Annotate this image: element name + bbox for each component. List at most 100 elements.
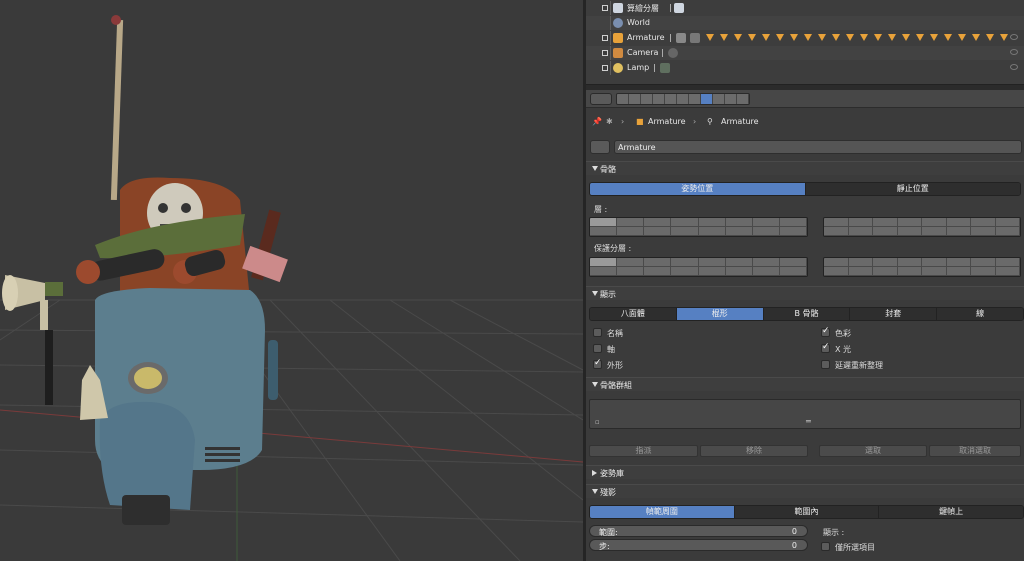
bone-icon[interactable]	[846, 34, 854, 41]
armature-name-field[interactable]: Armature	[614, 140, 1022, 154]
ghost-range-field[interactable]: 範圍: 0	[589, 525, 808, 537]
bone-icon[interactable]	[804, 34, 812, 41]
deselect-button[interactable]: 取消選取	[929, 445, 1021, 457]
panel-collapse-icon	[592, 382, 598, 387]
bone-icon[interactable]	[930, 34, 938, 41]
armature-data-browse-icon[interactable]	[590, 140, 610, 154]
tree-line	[610, 31, 611, 45]
robot-scooter-model[interactable]	[2, 15, 288, 525]
axes-label: 軸	[607, 345, 615, 354]
bone-icon[interactable]	[860, 34, 868, 41]
layers-grid-right[interactable]	[823, 217, 1021, 237]
assign-button[interactable]: 指派	[589, 445, 698, 457]
stick-button[interactable]: 棍形	[676, 308, 764, 320]
world-tab-icon[interactable]	[653, 94, 665, 104]
bone-icon[interactable]	[874, 34, 882, 41]
bone-display-type: 八面體 棍形 B 骨骼 封套 線	[589, 307, 1024, 321]
visibility-eye-icon[interactable]	[1010, 49, 1018, 55]
ghost-range-label: 範圍:	[599, 528, 618, 537]
bone-icon[interactable]	[720, 34, 728, 41]
remove-button[interactable]: 移除	[700, 445, 808, 457]
wire-button[interactable]: 線	[937, 308, 1023, 320]
bone-icon[interactable]	[706, 34, 714, 41]
outliner-row-render-layers[interactable]: 算繪分層	[586, 1, 1024, 15]
colors-checkbox[interactable]	[821, 326, 830, 337]
select-button[interactable]: 選取	[819, 445, 927, 457]
envelope-button[interactable]: 封套	[850, 308, 938, 320]
bone-icon[interactable]	[776, 34, 784, 41]
ghost-step-field[interactable]: 步: 0	[589, 539, 808, 551]
render-layers-tab-icon[interactable]	[629, 94, 641, 104]
texture-tab-icon[interactable]	[737, 94, 749, 104]
bone-icon[interactable]	[944, 34, 952, 41]
ghost-step-label: 步:	[599, 542, 610, 551]
outliner-row-lamp[interactable]: Lamp	[586, 61, 1024, 75]
bone-icon[interactable]	[972, 34, 980, 41]
expand-toggle[interactable]	[602, 50, 608, 56]
render-tab-icon[interactable]	[617, 94, 629, 104]
object-tab-icon[interactable]	[665, 94, 677, 104]
bone-icon[interactable]	[958, 34, 966, 41]
panel-pose-library-header[interactable]: 姿勢庫	[586, 465, 1024, 479]
visibility-eye-icon[interactable]	[1010, 64, 1018, 70]
editor-type-menu[interactable]	[590, 93, 612, 105]
bone-icon[interactable]	[832, 34, 840, 41]
armature-data-tab-icon[interactable]	[701, 94, 713, 104]
names-checkbox[interactable]	[593, 328, 602, 337]
list-resize-handle[interactable]: ═	[806, 417, 811, 426]
lamp-data-icon	[660, 63, 670, 73]
layers-label: 層 :	[594, 205, 608, 214]
around-frame-button[interactable]: 幀範周圍	[590, 506, 735, 518]
panel-display-header[interactable]: 顯示	[586, 286, 1024, 300]
pose-position-button[interactable]: 姿勢位置	[590, 183, 806, 195]
expand-toggle[interactable]	[602, 35, 608, 41]
bone-icon[interactable]	[888, 34, 896, 41]
expand-toggle[interactable]	[602, 5, 608, 11]
bone-constraints-tab-icon[interactable]	[725, 94, 737, 104]
outliner-row-camera[interactable]: Camera	[586, 46, 1024, 60]
bone-icon[interactable]	[1000, 34, 1008, 41]
ghost-step-value: 0	[791, 541, 797, 550]
layers-grid-left[interactable]	[589, 217, 808, 237]
in-range-button[interactable]: 範圍內	[734, 506, 880, 518]
scene-tab-icon[interactable]	[641, 94, 653, 104]
bone-icon[interactable]	[916, 34, 924, 41]
bone-icon[interactable]	[762, 34, 770, 41]
modifiers-tab-icon[interactable]	[689, 94, 701, 104]
panel-ghost-header[interactable]: 殘影	[586, 484, 1024, 498]
selected-only-label: 僅所選項目	[835, 543, 875, 552]
rest-position-button[interactable]: 靜止位置	[805, 183, 1020, 195]
constraints-tab-icon[interactable]	[677, 94, 689, 104]
panel-skeleton-header[interactable]: 骨骼	[586, 161, 1024, 175]
bone-tab-icon[interactable]	[713, 94, 725, 104]
pin-icon[interactable]: 📌	[592, 117, 602, 126]
panel-bone-groups-header[interactable]: 骨骼群組	[586, 377, 1024, 391]
selected-only-checkbox[interactable]	[821, 542, 830, 551]
panel-title: 顯示	[600, 290, 616, 299]
xray-checkbox[interactable]	[821, 342, 830, 353]
list-filter-icon[interactable]: ▫	[595, 418, 600, 426]
on-keyframes-button[interactable]: 鍵幀上	[879, 506, 1023, 518]
outliner[interactable]: 算繪分層 World Armature Camera Lamp	[586, 0, 1024, 85]
outliner-row-world[interactable]: World	[586, 16, 1024, 30]
outliner-row-armature[interactable]: Armature	[586, 31, 1024, 45]
visibility-eye-icon[interactable]	[1010, 34, 1018, 40]
bone-icon[interactable]	[790, 34, 798, 41]
shapes-checkbox[interactable]	[593, 358, 602, 369]
delay-deform-checkbox[interactable]	[821, 360, 830, 369]
bone-icon[interactable]	[734, 34, 742, 41]
bone-groups-list[interactable]: ▫ ═	[589, 399, 1021, 429]
outliner-row-label: 算繪分層	[627, 4, 659, 13]
protected-layers-grid-right[interactable]	[823, 257, 1021, 277]
protected-layers-grid-left[interactable]	[589, 257, 808, 277]
bone-icon[interactable]	[818, 34, 826, 41]
axes-checkbox[interactable]	[593, 344, 602, 353]
bbone-button[interactable]: B 骨骼	[763, 308, 851, 320]
bone-icon[interactable]	[902, 34, 910, 41]
bone-icon[interactable]	[986, 34, 994, 41]
octahedral-button[interactable]: 八面體	[590, 308, 677, 320]
outliner-row-label: Armature	[627, 33, 665, 42]
expand-toggle[interactable]	[602, 65, 608, 71]
bone-icon[interactable]	[748, 34, 756, 41]
3d-viewport[interactable]	[0, 0, 583, 561]
